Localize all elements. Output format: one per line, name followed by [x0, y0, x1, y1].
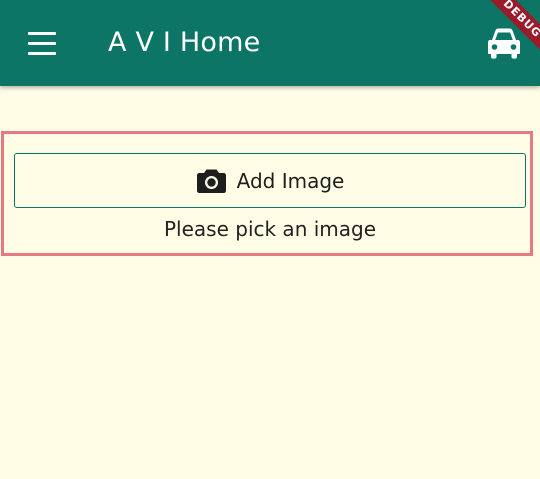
add-image-label: Add Image [236, 168, 345, 193]
pick-image-hint: Please pick an image [163, 217, 377, 241]
app-bar: A V I Home DEBUG [0, 0, 540, 86]
car-icon [488, 28, 520, 59]
page-title: A V I Home [108, 27, 261, 58]
car-button[interactable] [484, 26, 524, 60]
camera-icon [196, 169, 226, 193]
add-image-button[interactable]: Add Image [14, 153, 526, 208]
menu-button[interactable] [20, 25, 64, 61]
